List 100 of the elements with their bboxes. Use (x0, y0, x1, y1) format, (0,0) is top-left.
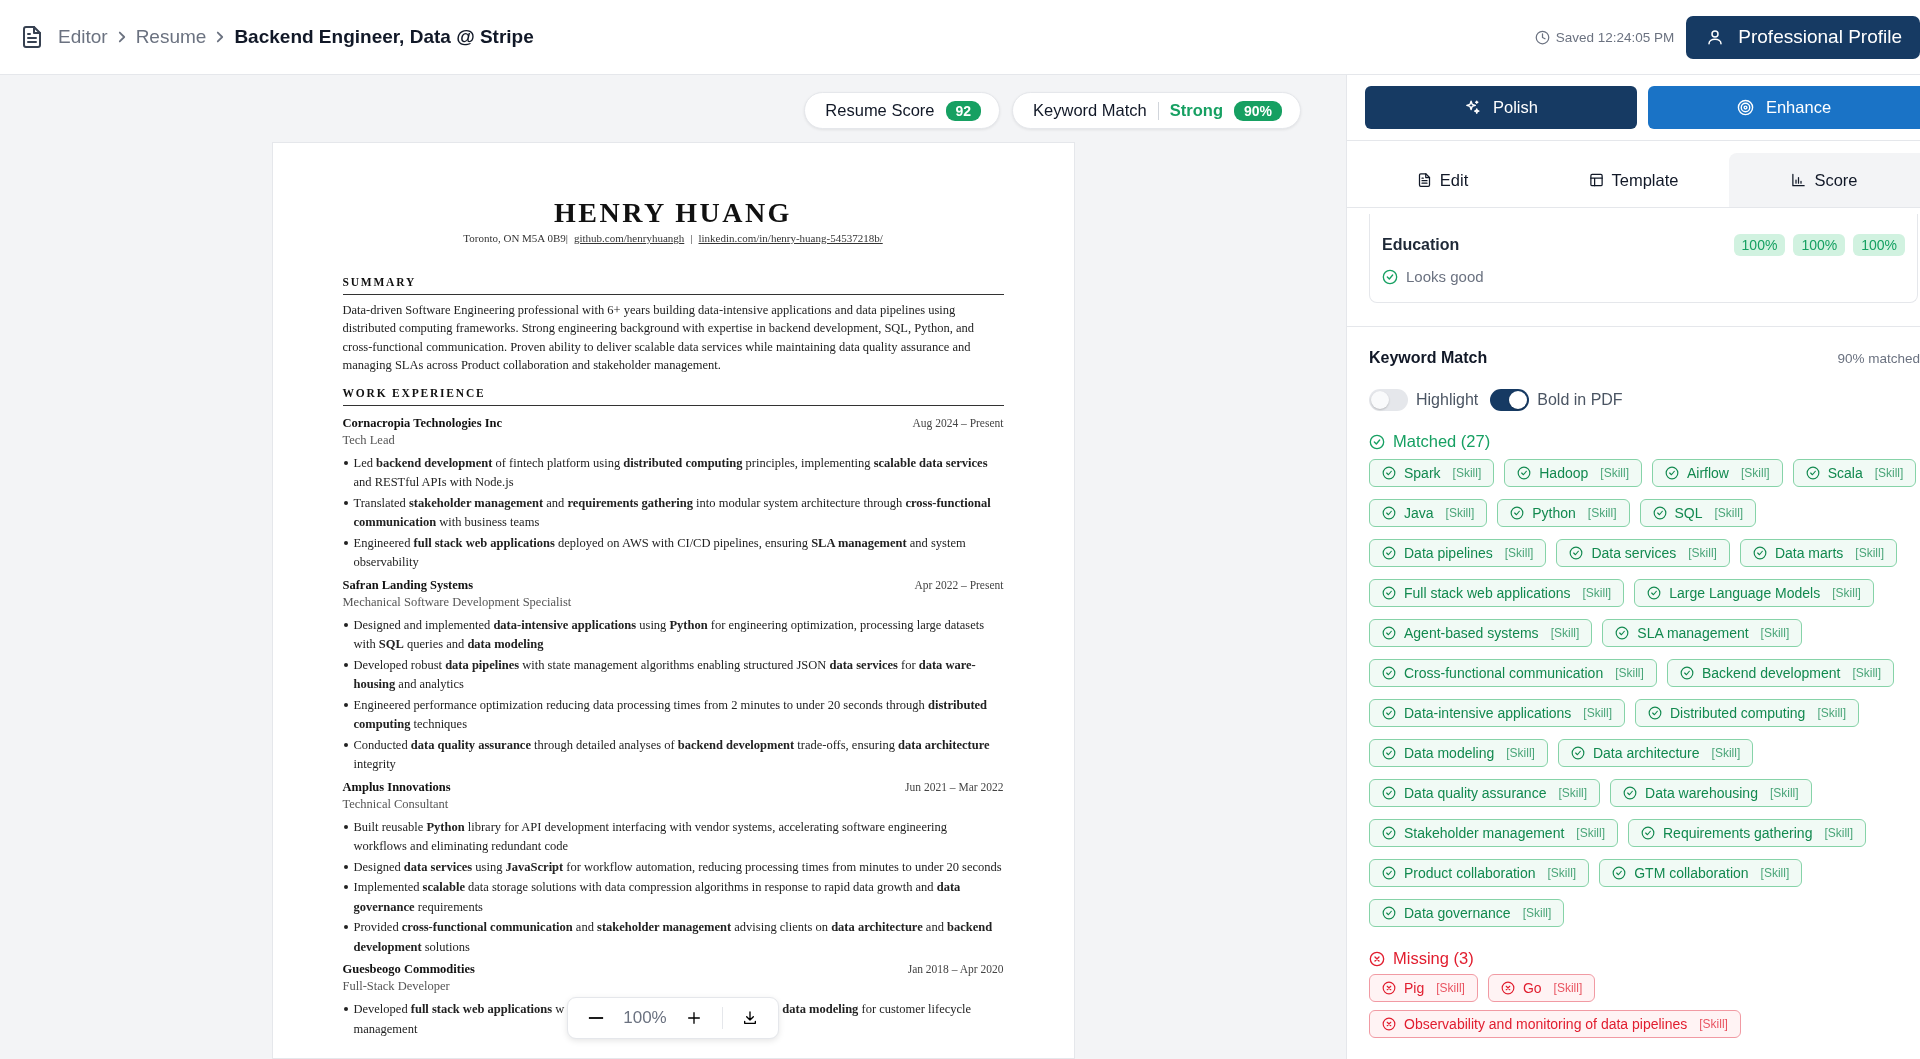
check-circle-icon (1382, 706, 1396, 720)
keyword-tag: [Skill] (1583, 706, 1612, 720)
tab[interactable]: Edit (1347, 153, 1538, 207)
keyword-tag: [Skill] (1522, 906, 1552, 920)
check-circle-icon (1382, 586, 1396, 600)
match-value: 90% (1233, 100, 1282, 121)
check-circle-icon (1382, 906, 1396, 920)
company-name: Guesbeogo Commodities (342, 961, 475, 979)
job-dates: Aug 2024 – Present (912, 415, 1004, 432)
action-button[interactable]: Polish (1365, 86, 1637, 129)
toggle-switch[interactable] (1490, 389, 1530, 411)
job-dates: Jun 2021 – Mar 2022 (905, 779, 1004, 795)
breadcrumb-item[interactable]: Editor (58, 26, 108, 48)
keyword-label: Data quality assurance (1404, 785, 1547, 801)
check-circle-icon (1382, 506, 1396, 520)
action-button[interactable]: Enhance (1648, 86, 1920, 129)
bullet-text: Conducted data quality assurance through detailed analyses of backend development trade-offs, ensuring data architecture integrity (353, 737, 990, 772)
keyword-tag: [Skill] (1587, 506, 1617, 520)
breadcrumb-item[interactable]: Resume (135, 26, 207, 48)
keyword-label: GTM collaboration (1634, 865, 1749, 881)
bar-chart-icon (1791, 172, 1807, 188)
keyword-tag: [Skill] (1874, 466, 1904, 480)
match-rating: Strong (1169, 101, 1223, 120)
check-circle-icon (1612, 866, 1627, 880)
keyword-tag: [Skill] (1506, 746, 1535, 760)
chevron-right-icon (216, 31, 225, 43)
check-circle-icon (1570, 746, 1585, 760)
keyword-tag: [Skill] (1452, 466, 1482, 480)
job-title: Mechanical Software Development Specialist (342, 593, 573, 611)
summary-text: Data-driven Software Engineering professional with 6+ years building data-intensive applications and data pipelines using distributed computing frameworks. Strong engineering background with expertise in backend development, SQL, Python, and cross-functional communication. Proven ability to deliver scalable data services while maintaining data quality assurance and managing SLAs across Product collaboration and stakeholder management. (342, 302, 975, 375)
bullet-text: management (353, 1020, 418, 1038)
section-title: Keyword Match (1369, 349, 1488, 367)
keyword-label: Requirements gathering (1663, 825, 1813, 841)
keyword-label: Data pipelines (1404, 545, 1493, 561)
keyword-label: Spark (1404, 465, 1441, 481)
tab[interactable]: Score (1729, 153, 1920, 207)
saved-status: Saved 12:24:05 PM (1555, 29, 1675, 45)
keyword-tag: [Skill] (1824, 826, 1854, 840)
status-text: Looks good (1406, 268, 1484, 285)
section-heading: SUMMARY (342, 276, 1004, 295)
keyword-label: Observability and monitoring of data pipelines (1404, 1016, 1688, 1032)
keyword-label: Data governance (1404, 905, 1511, 921)
target-icon (1736, 99, 1754, 116)
toggle-label: Bold in PDF (1537, 391, 1623, 409)
keyword-label: Airflow (1686, 465, 1729, 481)
keyword-tag: [Skill] (1600, 466, 1629, 480)
bullet-text: Designed data services using JavaScript for workflow automation, reducing processing times from minutes to under 20 seconds (353, 859, 1002, 874)
keyword-label: Full stack web applications (1404, 585, 1571, 601)
tab[interactable]: Template (1538, 153, 1729, 207)
contact-text: | (690, 232, 693, 244)
x-circle-icon (1500, 981, 1515, 995)
contact-link[interactable]: github.com/henryhuangh (574, 232, 685, 244)
score-badge: 100% (1853, 234, 1905, 256)
keyword-match-label: Keyword Match (1033, 101, 1147, 120)
company-name: Amplus Innovations (342, 778, 451, 796)
bullet-text: data modeling for customer lifecycle (782, 1001, 972, 1019)
x-circle-icon (1382, 981, 1396, 995)
keyword-label: Data architecture (1592, 745, 1700, 761)
keyword-label: Agent-based systems (1404, 625, 1539, 641)
keyword-label: Python (1532, 505, 1576, 521)
keyword-tag: [Skill] (1711, 746, 1741, 760)
contact-text: Toronto, ON M5A 0B9| (463, 232, 568, 244)
check-circle-icon (1517, 466, 1532, 480)
toggle-switch[interactable] (1369, 389, 1408, 411)
keyword-tag: [Skill] (1504, 546, 1534, 560)
keyword-tag: [Skill] (1714, 506, 1744, 520)
keyword-tag: [Skill] (1855, 546, 1885, 560)
match-summary: 90% matched (1837, 350, 1920, 366)
keyword-label: Hadoop (1539, 465, 1589, 481)
company-name: Safran Landing Systems (342, 576, 474, 594)
bullet-text: Engineered full stack web applications deployed on AWS with CI/CD pipelines, ensuring SLA management and system observability (353, 535, 966, 570)
check-circle-icon (1569, 546, 1584, 560)
check-circle-icon (1641, 826, 1655, 840)
contact-link[interactable]: linkedin.com/in/henry-huang-54537218b/ (698, 232, 883, 244)
keyword-tag: [Skill] (1817, 706, 1847, 720)
job-title: Technical Consultant (342, 795, 450, 813)
keyword-tag: [Skill] (1760, 866, 1790, 880)
check-circle-icon (1805, 466, 1820, 480)
check-circle-icon (1615, 626, 1630, 640)
score-value: 92 (945, 100, 982, 121)
keyword-label: Stakeholder management (1404, 825, 1565, 841)
keyword-tag: [Skill] (1832, 586, 1861, 600)
profile-button[interactable]: Professional Profile (1686, 15, 1920, 59)
check-circle-icon (1382, 268, 1398, 285)
keyword-tag: [Skill] (1550, 626, 1580, 640)
keyword-label: Java (1404, 505, 1434, 521)
keyword-tag: [Skill] (1615, 666, 1644, 680)
resume-name: HENRY HUANG (553, 197, 793, 229)
check-circle-icon (1664, 466, 1679, 480)
keyword-label: Data warehousing (1645, 785, 1758, 801)
check-circle-icon (1648, 706, 1662, 720)
check-circle-icon (1369, 433, 1385, 450)
sparkle-icon (1464, 99, 1481, 116)
check-circle-icon (1382, 666, 1396, 680)
job-title: Tech Lead (342, 431, 396, 449)
company-name: Cornacropia Technologies Inc (342, 414, 502, 432)
check-circle-icon (1382, 746, 1396, 760)
check-circle-icon (1679, 666, 1694, 680)
keyword-tag: [Skill] (1699, 1017, 1728, 1031)
score-badge: 100% (1793, 234, 1846, 256)
